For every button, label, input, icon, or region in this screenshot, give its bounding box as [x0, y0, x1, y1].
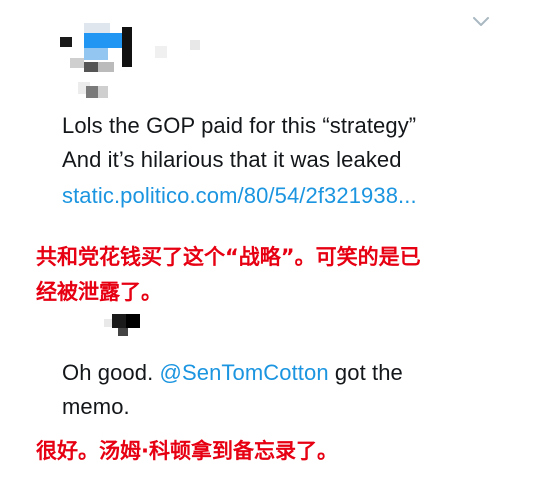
reply-text-end: got the [328, 360, 403, 385]
tweet-text-line-1: Lols the GOP paid for this “strategy” [62, 113, 417, 138]
mention-link[interactable]: @SenTomCotton [160, 360, 329, 385]
reply-text-line-1: Oh good. @SenTomCotton got the [62, 356, 403, 390]
tweet-text-line-2: And it’s hilarious that it was leaked [62, 147, 402, 172]
translation-1: 共和党花钱买了这个“战略”。可笑的是已 经被泄露了。 [36, 245, 421, 304]
chevron-down-icon[interactable] [468, 12, 494, 32]
tweet-link[interactable]: static.politico.com/80/54/2f321938... [62, 179, 417, 213]
reply-text-line-2: memo. [62, 394, 130, 419]
reply-text-start: Oh good. [62, 360, 160, 385]
translation-2: 很好。汤姆·科顿拿到备忘录了。 [36, 439, 338, 463]
